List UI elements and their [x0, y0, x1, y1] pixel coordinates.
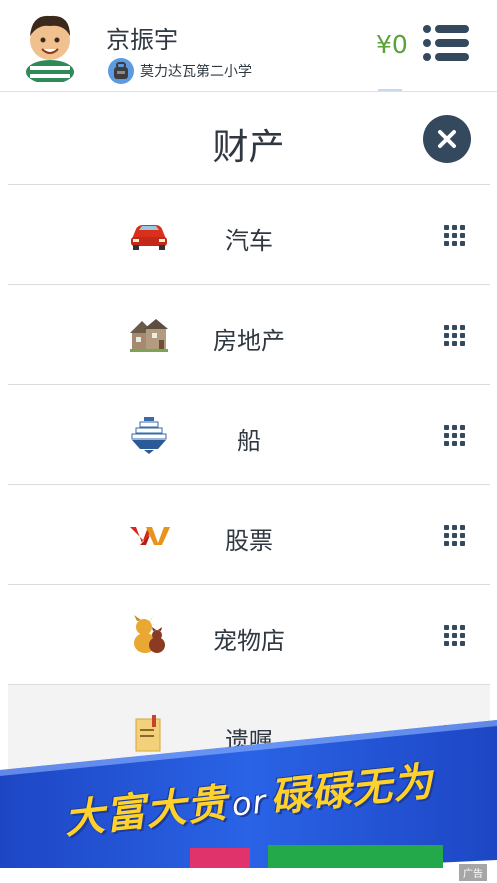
- avatar[interactable]: [20, 8, 80, 82]
- school-bag-icon: [108, 58, 134, 84]
- menu-icon[interactable]: [422, 24, 470, 62]
- close-icon: [438, 130, 456, 148]
- page-title: 财产: [212, 127, 285, 168]
- grid-icon[interactable]: [444, 625, 466, 647]
- divider: [0, 91, 497, 92]
- school-name: 莫力达瓦第二小学: [140, 64, 252, 80]
- grid-icon[interactable]: [444, 425, 466, 447]
- list-item-label: 股票: [225, 527, 273, 555]
- list-item-label: 宠物店: [213, 627, 285, 655]
- list-item-label: 汽车: [225, 227, 273, 255]
- username: 京振宇: [106, 26, 178, 54]
- list-item-stock[interactable]: 股票: [8, 484, 490, 584]
- asset-list: 汽车 房地产 船 股票 宠物店 遗嘱: [8, 184, 490, 784]
- list-item-label: 船: [237, 427, 261, 455]
- list-item-car[interactable]: 汽车: [8, 184, 490, 284]
- grid-icon[interactable]: [444, 525, 466, 547]
- list-item-real-estate[interactable]: 房地产: [8, 284, 490, 384]
- school-info: 莫力达瓦第二小学: [108, 58, 252, 84]
- grid-icon[interactable]: [444, 225, 466, 247]
- header: 京振宇 莫力达瓦第二小学 ¥0: [0, 0, 497, 92]
- ad-label: 广告: [459, 864, 487, 881]
- close-button[interactable]: [423, 115, 471, 163]
- list-item-label: 房地产: [213, 327, 285, 355]
- list-item-pet-shop[interactable]: 宠物店: [8, 584, 490, 684]
- money-balance: ¥0: [376, 30, 408, 59]
- list-item-ship[interactable]: 船: [8, 384, 490, 484]
- ad-text-or: or: [229, 782, 269, 824]
- grid-icon[interactable]: [444, 325, 466, 347]
